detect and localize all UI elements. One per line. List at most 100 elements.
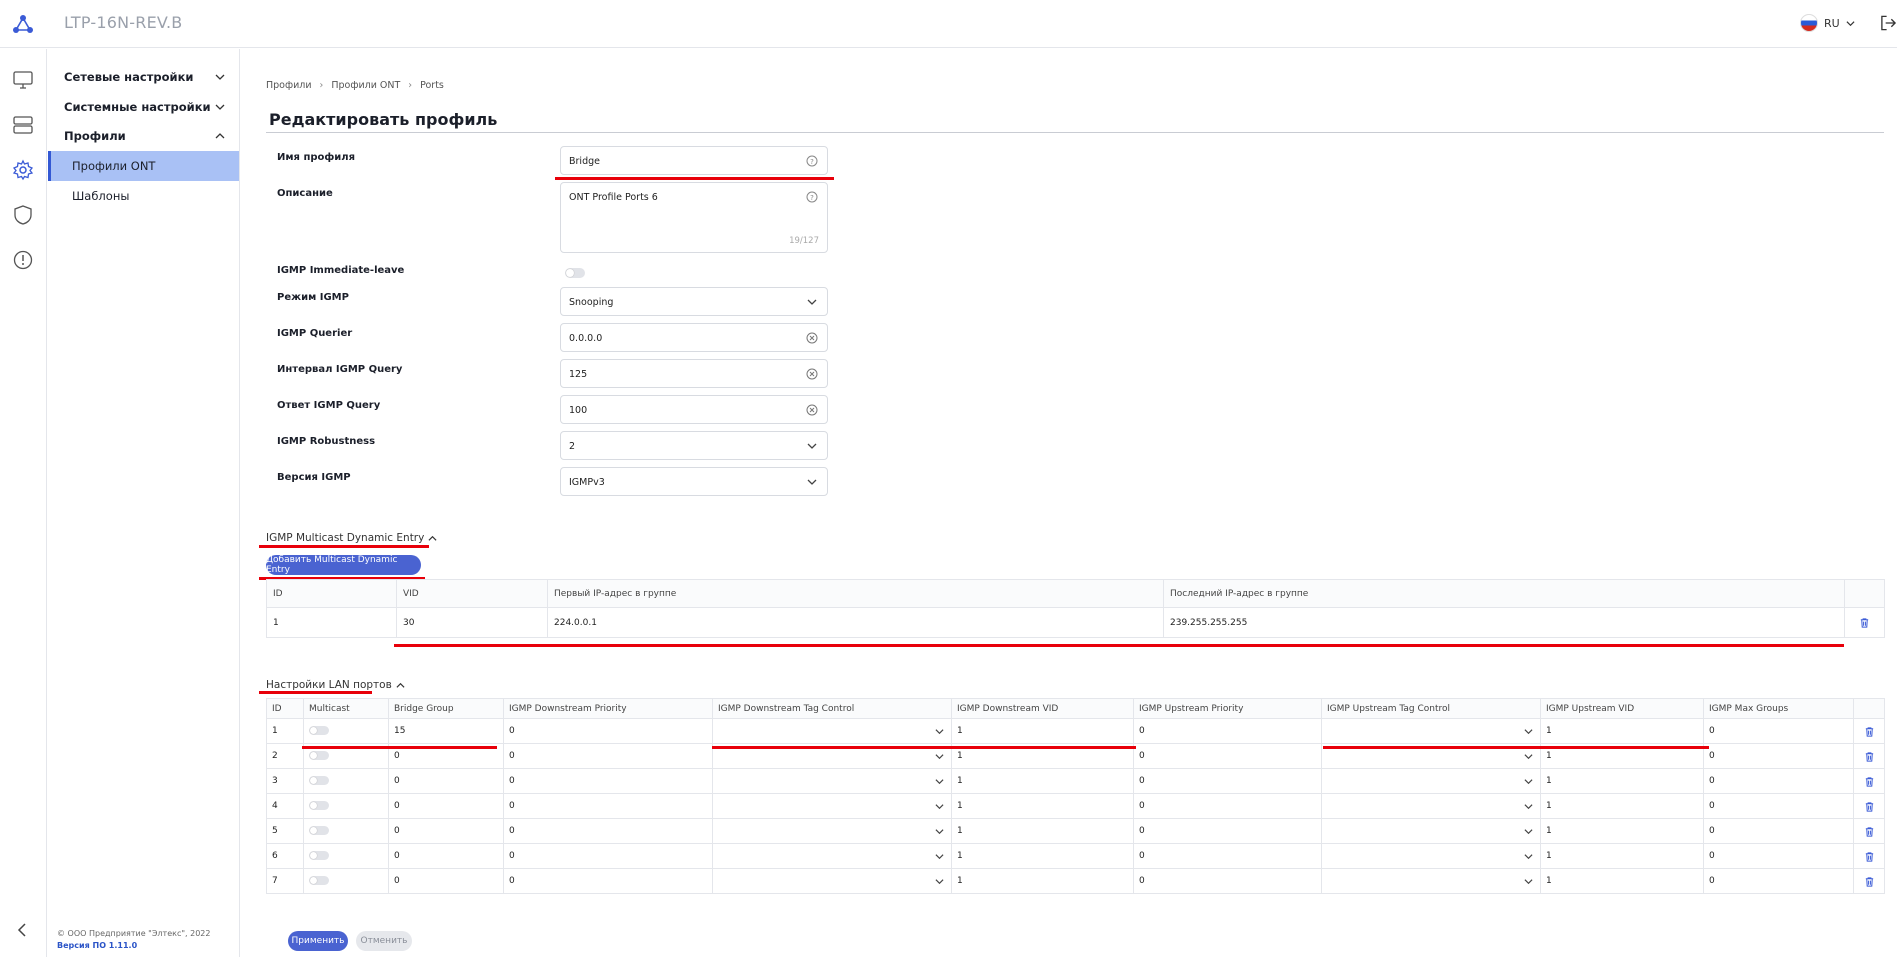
ds-vid-input[interactable]: 1 — [951, 793, 1134, 819]
igmp-mode-select[interactable]: Snooping — [560, 287, 828, 316]
ds-vid-input[interactable]: 1 — [951, 843, 1134, 869]
ds-tag-control-select[interactable] — [712, 793, 952, 819]
us-vid-input[interactable]: 1 — [1540, 818, 1704, 844]
max-groups-input[interactable]: 0 — [1703, 743, 1854, 769]
clear-icon[interactable] — [806, 332, 818, 344]
trash-icon[interactable] — [1864, 776, 1875, 787]
us-vid-input[interactable]: 1 — [1540, 843, 1704, 869]
ds-vid-input[interactable]: 1 — [951, 868, 1134, 894]
bridge-group-input[interactable]: 15 — [388, 718, 504, 744]
ds-vid-input[interactable]: 1 — [951, 718, 1134, 744]
clear-icon[interactable] — [806, 368, 818, 380]
breadcrumb-ont-profiles[interactable]: Профили ONT — [331, 80, 400, 91]
shield-icon[interactable] — [12, 204, 34, 226]
max-groups-input[interactable]: 0 — [1703, 768, 1854, 794]
monitor-icon[interactable] — [12, 69, 34, 91]
ds-priority-input[interactable]: 0 — [503, 718, 713, 744]
server-icon[interactable] — [12, 114, 34, 136]
bridge-group-input[interactable]: 0 — [388, 818, 504, 844]
nav-network-settings[interactable]: Сетевые настройки — [48, 63, 239, 91]
logout-icon[interactable] — [1880, 14, 1897, 32]
nav-profiles[interactable]: Профили — [48, 122, 239, 150]
trash-icon[interactable] — [1864, 851, 1875, 862]
igmp-version-select[interactable]: IGMPv3 — [560, 467, 828, 496]
us-tag-control-select[interactable] — [1321, 818, 1541, 844]
alert-icon[interactable] — [12, 249, 34, 271]
multicast-toggle[interactable] — [309, 751, 329, 760]
entry-vid-input[interactable]: 30 — [396, 607, 548, 638]
multicast-toggle[interactable] — [309, 726, 329, 735]
ds-tag-control-select[interactable] — [712, 718, 952, 744]
trash-icon[interactable] — [1859, 617, 1870, 628]
max-groups-input[interactable]: 0 — [1703, 793, 1854, 819]
collapse-sidebar-icon[interactable] — [14, 921, 32, 939]
us-vid-input[interactable]: 1 — [1540, 718, 1704, 744]
immediate-leave-toggle[interactable] — [565, 268, 585, 278]
breadcrumb-profiles[interactable]: Профили — [266, 80, 312, 91]
max-groups-input[interactable]: 0 — [1703, 818, 1854, 844]
profile-name-input[interactable]: Bridge ? — [560, 146, 828, 175]
nav-templates[interactable]: Шаблоны — [48, 181, 239, 211]
ds-vid-input[interactable]: 1 — [951, 768, 1134, 794]
cancel-button[interactable]: Отменить — [356, 931, 412, 951]
entry-first-ip-input[interactable]: 224.0.0.1 — [547, 607, 1164, 638]
ds-tag-control-select[interactable] — [712, 818, 952, 844]
us-priority-input[interactable]: 0 — [1133, 793, 1322, 819]
us-priority-input[interactable]: 0 — [1133, 868, 1322, 894]
language-selector[interactable]: RU — [1800, 14, 1855, 32]
multicast-toggle[interactable] — [309, 826, 329, 835]
firmware-version[interactable]: Версия ПО 1.11.0 — [57, 940, 210, 952]
ds-priority-input[interactable]: 0 — [503, 843, 713, 869]
add-multicast-entry-button[interactable]: Добавить Multicast Dynamic Entry — [266, 555, 421, 575]
max-groups-input[interactable]: 0 — [1703, 868, 1854, 894]
us-priority-input[interactable]: 0 — [1133, 768, 1322, 794]
trash-icon[interactable] — [1864, 726, 1875, 737]
us-priority-input[interactable]: 0 — [1133, 718, 1322, 744]
multicast-section-toggle[interactable]: IGMP Multicast Dynamic Entry — [266, 532, 437, 544]
us-tag-control-select[interactable] — [1321, 768, 1541, 794]
help-icon[interactable]: ? — [806, 191, 818, 203]
us-vid-input[interactable]: 1 — [1540, 868, 1704, 894]
query-interval-input[interactable]: 125 — [560, 359, 828, 388]
robustness-select[interactable]: 2 — [560, 431, 828, 460]
clear-icon[interactable] — [806, 404, 818, 416]
ds-vid-input[interactable]: 1 — [951, 818, 1134, 844]
us-tag-control-select[interactable] — [1321, 718, 1541, 744]
ds-priority-input[interactable]: 0 — [503, 743, 713, 769]
bridge-group-input[interactable]: 0 — [388, 843, 504, 869]
query-response-input[interactable]: 100 — [560, 395, 828, 424]
us-priority-input[interactable]: 0 — [1133, 743, 1322, 769]
igmp-querier-input[interactable]: 0.0.0.0 — [560, 323, 828, 352]
ds-priority-input[interactable]: 0 — [503, 793, 713, 819]
bridge-group-input[interactable]: 0 — [388, 793, 504, 819]
nav-ont-profiles[interactable]: Профили ONT — [48, 151, 239, 181]
apply-button[interactable]: Применить — [288, 931, 348, 951]
us-tag-control-select[interactable] — [1321, 793, 1541, 819]
ds-priority-input[interactable]: 0 — [503, 818, 713, 844]
ds-tag-control-select[interactable] — [712, 868, 952, 894]
us-vid-input[interactable]: 1 — [1540, 768, 1704, 794]
bridge-group-input[interactable]: 0 — [388, 768, 504, 794]
bridge-group-input[interactable]: 0 — [388, 868, 504, 894]
ds-priority-input[interactable]: 0 — [503, 868, 713, 894]
nav-system-settings[interactable]: Системные настройки — [48, 93, 239, 121]
multicast-toggle[interactable] — [309, 801, 329, 810]
trash-icon[interactable] — [1864, 801, 1875, 812]
ds-priority-input[interactable]: 0 — [503, 768, 713, 794]
trash-icon[interactable] — [1864, 751, 1875, 762]
help-icon[interactable]: ? — [806, 155, 818, 167]
ds-tag-control-select[interactable] — [712, 843, 952, 869]
description-textarea[interactable]: ONT Profile Ports 6 ? 19/127 — [560, 182, 828, 253]
us-priority-input[interactable]: 0 — [1133, 818, 1322, 844]
multicast-toggle[interactable] — [309, 851, 329, 860]
us-tag-control-select[interactable] — [1321, 843, 1541, 869]
max-groups-input[interactable]: 0 — [1703, 718, 1854, 744]
ds-tag-control-select[interactable] — [712, 768, 952, 794]
multicast-toggle[interactable] — [309, 776, 329, 785]
us-tag-control-select[interactable] — [1321, 868, 1541, 894]
multicast-toggle[interactable] — [309, 876, 329, 885]
gear-icon[interactable] — [12, 159, 34, 181]
entry-last-ip-input[interactable]: 239.255.255.255 — [1163, 607, 1845, 638]
us-priority-input[interactable]: 0 — [1133, 843, 1322, 869]
trash-icon[interactable] — [1864, 826, 1875, 837]
